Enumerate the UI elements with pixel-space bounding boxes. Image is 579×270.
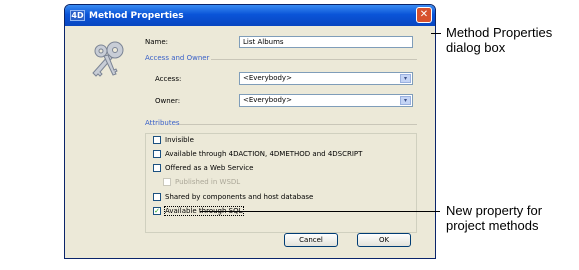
attributes-section-label: Attributes bbox=[145, 119, 180, 127]
callout-text: Method Properties bbox=[446, 25, 553, 40]
web-service-checkbox[interactable]: Offered as a Web Service bbox=[153, 164, 253, 172]
title-bar[interactable]: 4D Method Properties ✕ bbox=[65, 5, 435, 26]
callout-text: project methods bbox=[446, 218, 539, 233]
access-label: Access: bbox=[155, 75, 182, 83]
dialog-title: Method Properties bbox=[89, 10, 184, 21]
name-input[interactable]: List Albums bbox=[239, 36, 413, 48]
callout-text: dialog box bbox=[446, 40, 506, 55]
checkbox-box bbox=[163, 178, 171, 186]
callout-text: New property for bbox=[446, 203, 543, 218]
owner-label: Owner: bbox=[155, 97, 181, 105]
checkbox-label: Shared by components and host database bbox=[165, 193, 314, 201]
close-icon[interactable]: ✕ bbox=[416, 7, 432, 23]
access-dropdown[interactable]: <Everybody> ▾ bbox=[239, 72, 413, 85]
property-callout: New property for project methods bbox=[446, 203, 542, 233]
dropdown-arrow-icon[interactable]: ▾ bbox=[400, 74, 411, 83]
name-label: Name: bbox=[145, 38, 169, 46]
separator bbox=[211, 59, 417, 60]
keys-icon bbox=[92, 41, 124, 77]
access-dropdown-value: <Everybody> bbox=[243, 74, 292, 82]
published-wsdl-checkbox: Published in WSDL bbox=[163, 178, 240, 186]
method-properties-dialog: 4D Method Properties ✕ Name: List Albums… bbox=[64, 4, 436, 259]
checkbox-label: Invisible bbox=[165, 136, 194, 144]
callout-line bbox=[200, 211, 440, 212]
cancel-button[interactable]: Cancel bbox=[284, 233, 338, 247]
checkbox-box[interactable] bbox=[153, 164, 161, 172]
dropdown-arrow-icon[interactable]: ▾ bbox=[400, 96, 411, 105]
dialog-callout: Method Properties dialog box bbox=[446, 25, 552, 55]
shared-components-checkbox[interactable]: Shared by components and host database bbox=[153, 193, 313, 201]
callout-line bbox=[431, 33, 441, 34]
checkbox-label: Available through 4DACTION, 4DMETHOD and… bbox=[165, 150, 363, 158]
web-access-checkbox[interactable]: Available through 4DACTION, 4DMETHOD and… bbox=[153, 150, 362, 158]
checkmark-icon[interactable]: ✓ bbox=[153, 207, 161, 215]
checkbox-box[interactable] bbox=[153, 150, 161, 158]
checkbox-box[interactable] bbox=[153, 193, 161, 201]
checkbox-box[interactable] bbox=[153, 136, 161, 144]
invisible-checkbox[interactable]: Invisible bbox=[153, 136, 194, 144]
access-owner-section-label: Access and Owner bbox=[145, 54, 210, 62]
ok-button[interactable]: OK bbox=[357, 233, 411, 247]
owner-dropdown-value: <Everybody> bbox=[243, 96, 292, 104]
separator bbox=[179, 124, 417, 125]
owner-dropdown[interactable]: <Everybody> ▾ bbox=[239, 94, 413, 107]
checkbox-label: Published in WSDL bbox=[175, 178, 241, 186]
4d-app-icon: 4D bbox=[70, 10, 85, 21]
checkbox-label: Offered as a Web Service bbox=[165, 164, 254, 172]
